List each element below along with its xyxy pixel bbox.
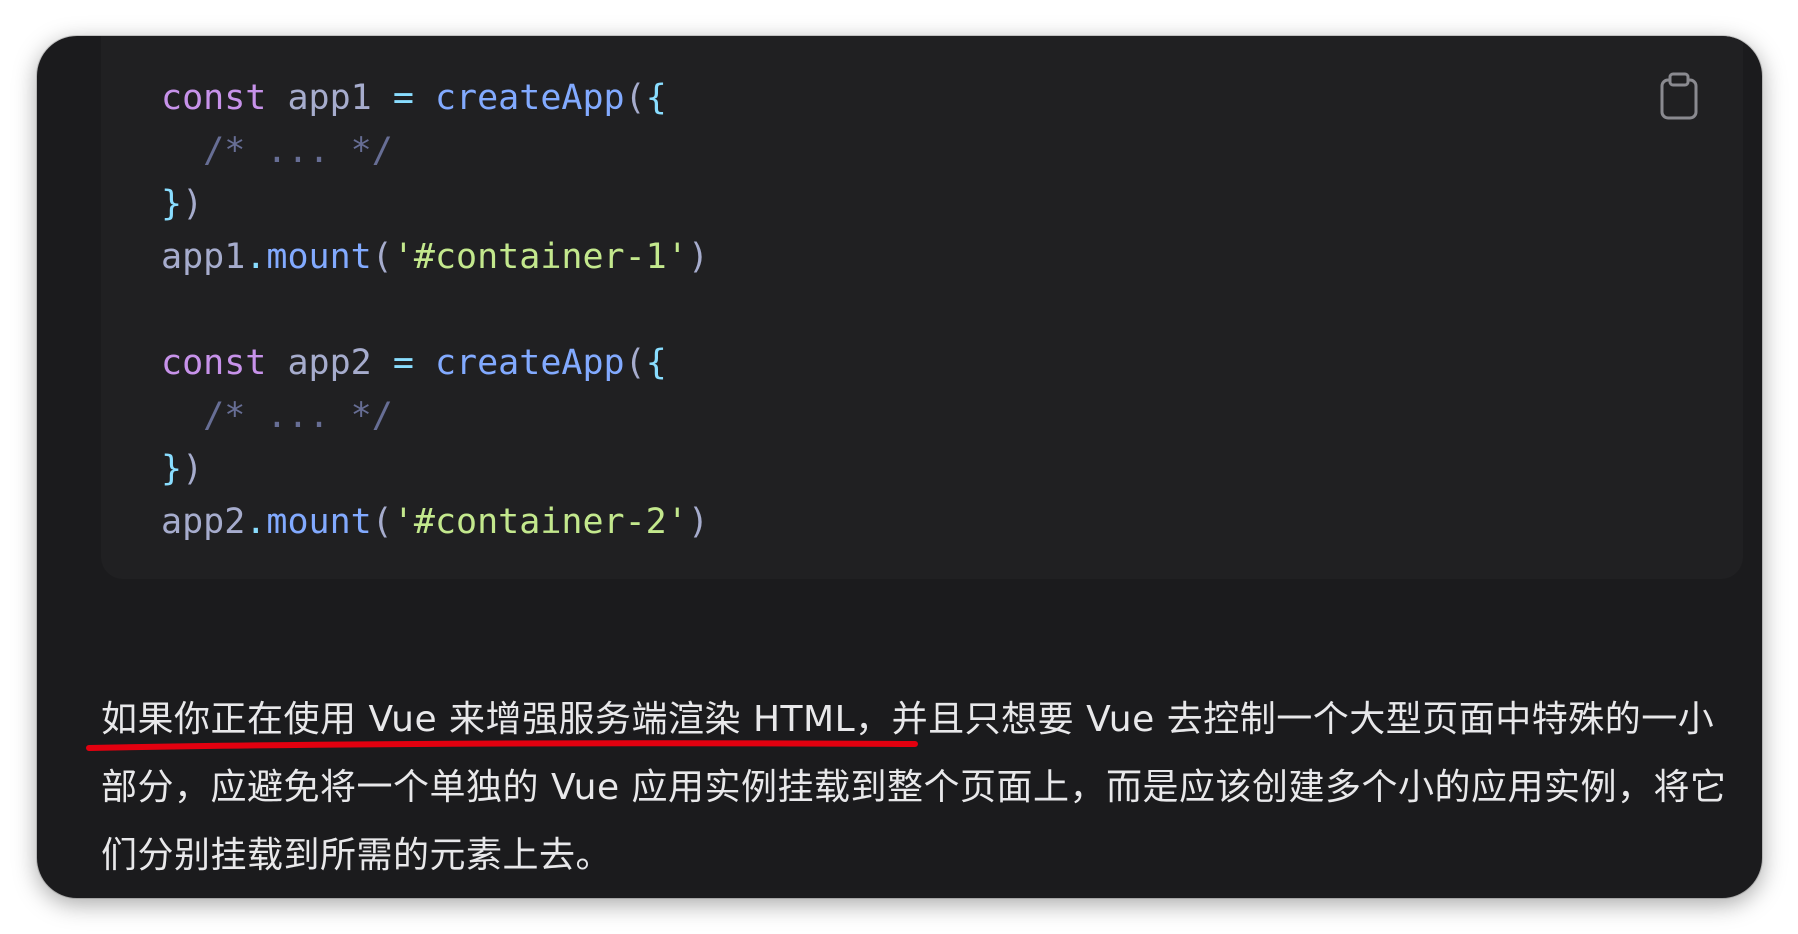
code-token: } bbox=[161, 184, 183, 224]
content-panel: const app1 = createApp({ /* ... */}) app1… bbox=[37, 36, 1762, 898]
code-block: const app1 = createApp({ /* ... */}) app1… bbox=[101, 36, 1743, 579]
code-token: ) bbox=[687, 237, 709, 277]
code-token: app2 bbox=[287, 343, 372, 383]
code-line: }) bbox=[161, 178, 709, 231]
code-token: mount bbox=[266, 502, 372, 542]
clipboard-icon bbox=[1660, 72, 1698, 120]
code-token: . bbox=[245, 237, 267, 277]
code-token: ( bbox=[371, 237, 393, 277]
code-content: const app1 = createApp({ /* ... */}) app1… bbox=[161, 72, 709, 549]
code-token: createApp bbox=[434, 78, 625, 118]
code-token: app1 bbox=[161, 237, 246, 277]
code-token: { bbox=[645, 343, 667, 383]
code-token: = bbox=[392, 343, 414, 383]
code-token: '#container-1' bbox=[392, 237, 688, 277]
code-token: ) bbox=[182, 449, 204, 489]
code-token: ( bbox=[624, 343, 646, 383]
code-token: app2 bbox=[161, 502, 246, 542]
code-token: mount bbox=[266, 237, 372, 277]
code-token: } bbox=[161, 449, 183, 489]
code-token: /* ... */ bbox=[161, 131, 393, 171]
code-token: . bbox=[245, 502, 267, 542]
code-token: ) bbox=[687, 502, 709, 542]
code-token: '#container-2' bbox=[392, 502, 688, 542]
code-line: app2.mount('#container-2') bbox=[161, 496, 709, 549]
code-token: createApp bbox=[434, 343, 625, 383]
code-token: ) bbox=[182, 184, 204, 224]
code-token: ( bbox=[624, 78, 646, 118]
code-line: app1.mount('#container-1') bbox=[161, 231, 709, 284]
red-underline-annotation bbox=[86, 740, 918, 751]
code-line: /* ... */ bbox=[161, 390, 709, 443]
code-token: { bbox=[645, 78, 667, 118]
code-line: const app1 = createApp({ bbox=[161, 72, 709, 125]
code-line: }) bbox=[161, 443, 709, 496]
highlighted-text: 如果你正在使用 Vue 来增强服务端渲染 HTML bbox=[101, 699, 856, 740]
code-token: /* ... */ bbox=[161, 396, 393, 436]
code-token: ( bbox=[371, 502, 393, 542]
code-line: /* ... */ bbox=[161, 125, 709, 178]
copy-code-button[interactable] bbox=[1657, 71, 1701, 121]
code-line: const app2 = createApp({ bbox=[161, 337, 709, 390]
code-token: const bbox=[161, 343, 267, 383]
code-token: const bbox=[161, 78, 267, 118]
code-token: = bbox=[392, 78, 414, 118]
code-token: app1 bbox=[287, 78, 372, 118]
description-paragraph: 如果你正在使用 Vue 来增强服务端渲染 HTML，并且只想要 Vue 去控制一… bbox=[101, 686, 1741, 890]
